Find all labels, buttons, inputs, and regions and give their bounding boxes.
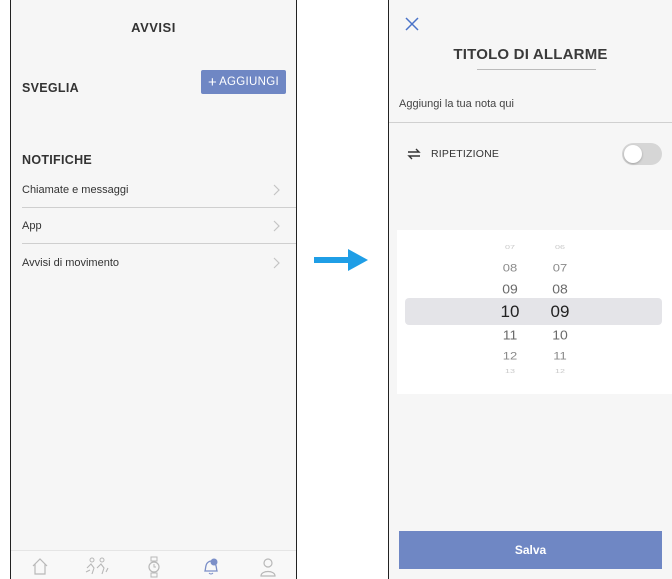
notifications-section-title: NOTIFICHE — [22, 153, 93, 167]
profile-icon — [259, 558, 276, 577]
alarm-title-field[interactable]: TITOLO DI ALLARME — [389, 46, 672, 63]
repeat-icon — [407, 148, 421, 160]
watch-icon — [147, 556, 160, 578]
picker-value[interactable]: 07 — [540, 261, 580, 274]
save-button[interactable]: Salva — [399, 531, 662, 569]
row-app[interactable]: App — [11, 208, 296, 244]
picker-value[interactable]: 11 — [540, 349, 580, 362]
divider — [389, 122, 672, 123]
row-calls-messages[interactable]: Chiamate e messaggi — [11, 172, 296, 208]
arrow-right-icon — [314, 249, 368, 271]
note-input[interactable]: Aggiungi la tua nota qui — [399, 98, 514, 110]
alerts-screen: AVVISI SVEGLIA + AGGIUNGI NOTIFICHE Chia… — [10, 0, 297, 579]
time-picker[interactable]: 07 08 09 10 11 12 13 06 07 08 09 10 11 12 — [397, 230, 672, 394]
repeat-label: RIPETIZIONE — [431, 148, 500, 160]
picker-value[interactable]: 12 — [490, 349, 530, 362]
chevron-right-icon — [273, 184, 280, 196]
alarm-edit-screen: TITOLO DI ALLARME Aggiungi la tua nota q… — [388, 0, 672, 579]
chevron-right-icon — [273, 257, 280, 269]
close-icon[interactable] — [405, 17, 419, 31]
row-movement-alerts[interactable]: Avvisi di movimento — [11, 245, 296, 281]
picker-selection-band — [405, 298, 662, 325]
picker-value[interactable]: 12 — [540, 368, 580, 374]
row-label: Avvisi di movimento — [22, 257, 119, 269]
repeat-toggle[interactable] — [622, 143, 662, 165]
picker-value[interactable]: 08 — [490, 261, 530, 274]
picker-value[interactable]: 07 — [490, 244, 530, 250]
add-alarm-label: AGGIUNGI — [219, 76, 279, 88]
picker-value[interactable]: 08 — [540, 281, 580, 296]
toggle-knob — [624, 145, 642, 163]
home-icon — [32, 558, 47, 575]
repeat-row: RIPETIZIONE — [406, 143, 672, 165]
tab-bar — [11, 550, 296, 579]
tab-home[interactable] — [20, 551, 60, 579]
page-title: AVVISI — [131, 20, 176, 35]
alarm-section-title: SVEGLIA — [22, 81, 79, 95]
picker-value[interactable]: 11 — [490, 327, 530, 342]
row-label: App — [22, 220, 42, 232]
tab-activity[interactable] — [77, 551, 117, 579]
tab-profile[interactable] — [248, 551, 288, 579]
add-alarm-button[interactable]: + AGGIUNGI — [201, 70, 286, 94]
chevron-right-icon — [273, 220, 280, 232]
divider — [22, 243, 296, 244]
picker-value[interactable]: 09 — [540, 302, 580, 322]
tab-device[interactable] — [134, 551, 174, 579]
title-underline — [477, 69, 596, 70]
plus-icon: + — [208, 73, 218, 91]
picker-value[interactable]: 10 — [540, 327, 580, 342]
tab-alerts[interactable] — [191, 551, 231, 579]
picker-value[interactable]: 09 — [490, 281, 530, 296]
picker-value[interactable]: 10 — [490, 302, 530, 322]
picker-value[interactable]: 13 — [490, 368, 530, 374]
picker-value[interactable]: 06 — [540, 244, 580, 250]
row-label: Chiamate e messaggi — [22, 184, 129, 196]
activity-icon — [85, 557, 108, 575]
alarm-bell-icon — [203, 558, 218, 575]
